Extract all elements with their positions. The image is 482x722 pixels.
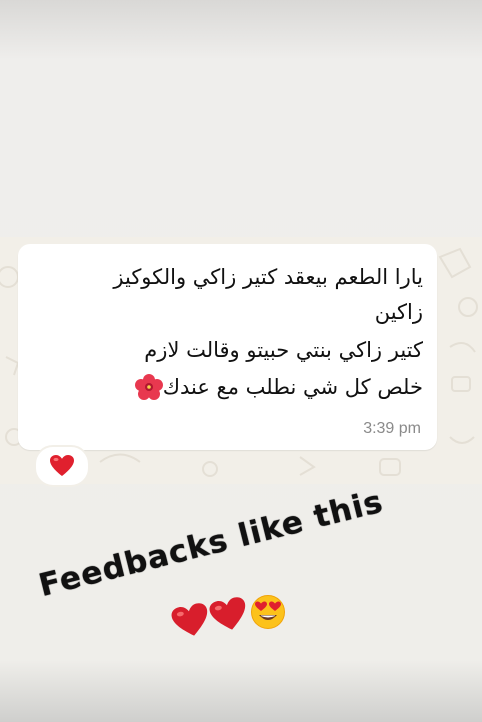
story-screen: يارا الطعم بيعقد كتير زاكي والكوكيز زاكي…	[0, 0, 482, 722]
heart-eyes-face-icon	[251, 595, 285, 629]
message-line-2: زاكين	[374, 300, 423, 324]
message-line-3: كتير زاكي بنتي حبيتو وقالت لازم	[144, 338, 423, 362]
red-heart-icon	[50, 455, 74, 476]
red-heart-icon	[171, 603, 208, 636]
red-heart-icon	[209, 597, 246, 630]
hibiscus-icon	[134, 374, 163, 400]
message-line-1: يارا الطعم بيعقد كتير زاكي والكوكيز	[113, 265, 423, 289]
message-timestamp: 3:39 pm	[363, 420, 421, 437]
message-bubble[interactable]: يارا الطعم بيعقد كتير زاكي والكوكيز زاكي…	[18, 244, 437, 450]
emoji-row	[171, 594, 292, 644]
message-line-4-row: خلص كل شي نطلب مع عندك	[133, 372, 423, 402]
message-line-4: خلص كل شي نطلب مع عندك	[162, 375, 423, 399]
reaction-badge[interactable]	[34, 445, 90, 487]
story-caption: Feedbacks like this	[35, 483, 387, 604]
